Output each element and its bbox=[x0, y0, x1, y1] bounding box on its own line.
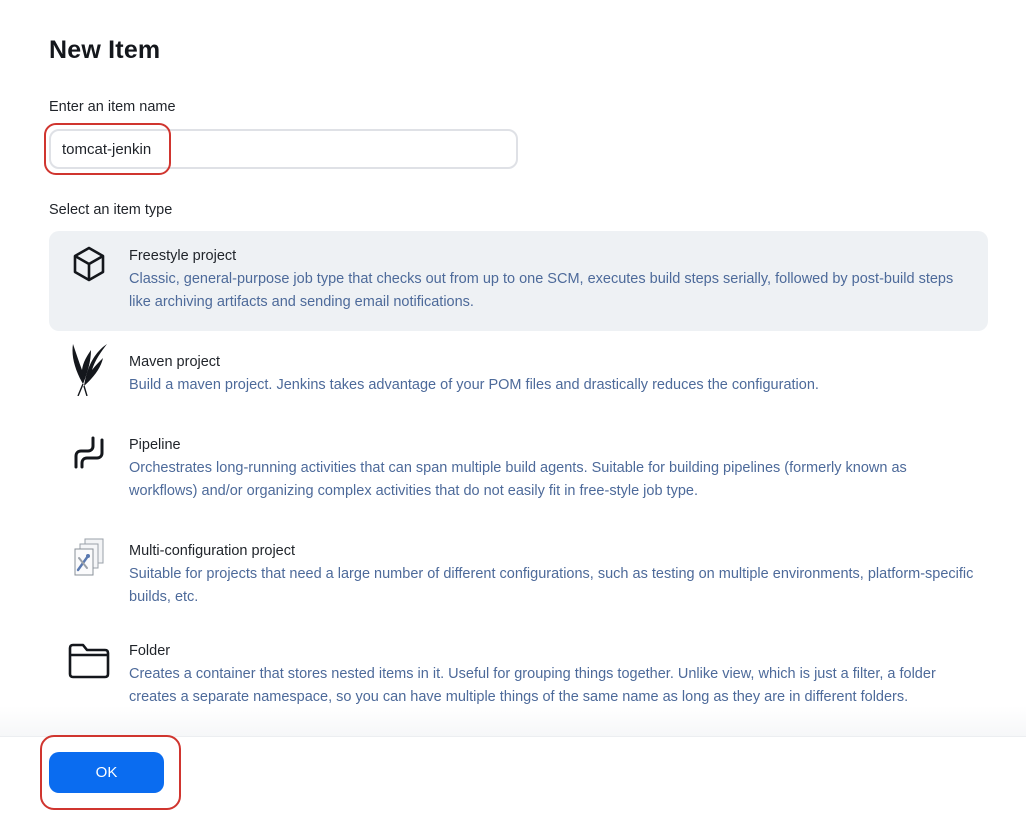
multi-configuration-icon bbox=[67, 536, 111, 580]
item-type-title: Pipeline bbox=[129, 437, 181, 453]
item-type-description: Classic, general-purpose job type that c… bbox=[129, 271, 954, 310]
freestyle-cube-icon bbox=[67, 242, 111, 286]
maven-feather-icon bbox=[67, 344, 111, 396]
page-title: New Item bbox=[49, 36, 161, 64]
new-item-page: New Item Enter an item name Select an it… bbox=[0, 0, 1026, 829]
item-name-label: Enter an item name bbox=[49, 99, 176, 115]
item-type-title: Maven project bbox=[129, 354, 221, 370]
item-type-title: Freestyle project bbox=[129, 248, 237, 264]
item-name-input[interactable] bbox=[49, 129, 518, 169]
item-type-freestyle-project[interactable]: Freestyle project Classic, general-purpo… bbox=[49, 231, 988, 331]
item-type-pipeline[interactable]: Pipeline Orchestrates long-running activ… bbox=[49, 421, 988, 511]
pipeline-icon bbox=[67, 431, 111, 475]
item-type-multi-configuration-project[interactable]: Multi-configuration project Suitable for… bbox=[49, 528, 988, 613]
item-type-label: Select an item type bbox=[49, 202, 173, 218]
item-type-description: Suitable for projects that need a large … bbox=[129, 566, 974, 605]
item-type-description: Orchestrates long-running activities tha… bbox=[129, 460, 907, 499]
item-type-title: Multi-configuration project bbox=[129, 543, 296, 559]
folder-icon bbox=[67, 639, 111, 683]
ok-button[interactable]: OK bbox=[49, 752, 164, 793]
item-type-folder[interactable]: Folder Creates a container that stores n… bbox=[49, 629, 988, 734]
item-type-maven-project[interactable]: Maven project Build a maven project. Jen… bbox=[49, 338, 988, 408]
item-type-title: Folder bbox=[129, 643, 171, 659]
item-type-description: Build a maven project. Jenkins takes adv… bbox=[129, 377, 819, 393]
item-type-description: Creates a container that stores nested i… bbox=[129, 666, 936, 705]
